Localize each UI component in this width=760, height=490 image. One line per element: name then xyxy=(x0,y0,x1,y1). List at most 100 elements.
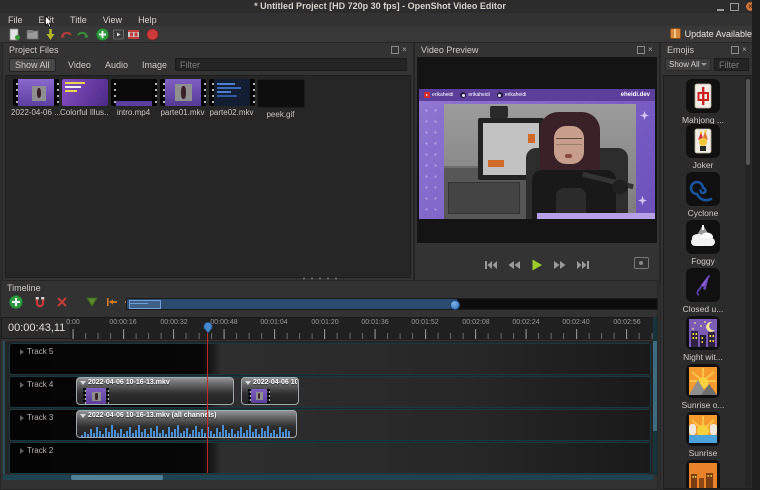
track-menu-icon[interactable] xyxy=(20,349,24,355)
tab-video[interactable]: Video xyxy=(63,58,96,72)
sunrise-over-mountains-emoji xyxy=(686,364,720,398)
track-menu-icon[interactable] xyxy=(20,415,24,421)
menu-title[interactable]: Title xyxy=(62,15,95,25)
rewind-button[interactable] xyxy=(507,259,521,270)
emoji-item[interactable]: Sunrise o... xyxy=(664,364,742,410)
emoji-filter-dropdown[interactable]: Show All xyxy=(665,58,711,71)
tab-show-all[interactable]: Show All xyxy=(9,58,56,72)
shelf xyxy=(448,182,520,214)
video-clip[interactable]: 2022-04-06 10-16-13.mkv xyxy=(76,377,234,405)
video-frame: erikaheidi erikaheidi erikaheidi eheidi.… xyxy=(419,89,655,219)
razor-button[interactable] xyxy=(55,295,69,309)
add-marker-button[interactable] xyxy=(85,295,99,309)
night-with-stars-emoji xyxy=(686,316,720,350)
splitter-handle[interactable] xyxy=(300,277,340,280)
video-clip[interactable]: 2022-04-06 10-... xyxy=(241,377,299,405)
maximize-button[interactable] xyxy=(730,3,739,11)
track-menu-icon[interactable] xyxy=(20,382,24,388)
audio-clip[interactable]: 2022-04-06 10-16-13.mkv (all channels) xyxy=(76,410,297,438)
timeline-v-scrollbar[interactable] xyxy=(653,317,657,475)
play-button[interactable] xyxy=(530,259,544,270)
menu-file[interactable]: File xyxy=(0,15,31,25)
timeline-ruler[interactable]: 0:00 00:00:16 00:00:32 00:00:48 00:01:04… xyxy=(71,317,657,340)
track-4[interactable]: Track 4 2022-04-06 10-16-13.mkv 2022-04-… xyxy=(9,376,651,408)
cityscape-at-dusk-emoji xyxy=(686,460,720,489)
title-bar: * Untitled Project [HD 720p 30 fps] - Op… xyxy=(0,0,760,14)
scrollbar-thumb[interactable] xyxy=(653,341,657,431)
fullscreen-icon[interactable] xyxy=(127,28,140,40)
webcam-scene xyxy=(444,104,636,219)
update-available-button[interactable]: Update Available xyxy=(670,28,752,39)
close-panel-icon[interactable]: × xyxy=(402,46,409,53)
new-project-icon[interactable] xyxy=(8,28,21,40)
window-title: * Untitled Project [HD 720p 30 fps] - Op… xyxy=(0,1,760,11)
emoji-item[interactable] xyxy=(664,460,742,489)
emoji-item[interactable]: Night wit... xyxy=(664,316,742,362)
track-5[interactable]: Track 5 xyxy=(9,343,651,375)
youtube-icon xyxy=(424,92,430,98)
float-panel-icon[interactable] xyxy=(391,46,399,54)
scrollbar-thumb[interactable] xyxy=(746,79,750,165)
menu-view[interactable]: View xyxy=(95,15,130,25)
choose-profile-icon[interactable] xyxy=(112,28,125,40)
video-preview-panel: Video Preview × erikaheidi erikaheidi er… xyxy=(414,42,660,281)
file-item[interactable]: Colorful Illus... xyxy=(60,79,109,117)
clip-menu-icon[interactable] xyxy=(245,381,251,385)
file-name: Colorful Illus... xyxy=(60,108,109,117)
emoji-item[interactable]: Cyclone xyxy=(664,172,742,218)
zoom-slider-handle[interactable] xyxy=(450,300,460,310)
undo-icon[interactable] xyxy=(60,28,73,40)
import-files-icon[interactable] xyxy=(96,28,109,40)
visible-range-indicator[interactable] xyxy=(129,300,161,309)
export-video-icon[interactable] xyxy=(146,28,159,40)
timeline-h-scrollbar[interactable] xyxy=(3,475,653,480)
detach-preview-icon[interactable] xyxy=(634,257,649,269)
clip-menu-icon[interactable] xyxy=(80,414,86,418)
redo-icon[interactable] xyxy=(76,28,89,40)
track-3[interactable]: Track 3 2022-04-06 10-16-13.mkv (all cha… xyxy=(9,409,651,441)
scrollbar-thumb[interactable] xyxy=(71,475,163,480)
jump-end-button[interactable] xyxy=(576,259,590,270)
emoji-item[interactable]: Foggy xyxy=(664,220,742,266)
emoji-scrollbar[interactable] xyxy=(745,77,751,487)
float-panel-icon[interactable] xyxy=(731,46,739,54)
emoji-item[interactable]: Closed u... xyxy=(664,268,742,314)
timeline-zoom-slider[interactable] xyxy=(126,298,658,310)
track-2[interactable]: Track 2 xyxy=(9,442,651,474)
sparkle-icon xyxy=(640,111,649,120)
save-project-icon[interactable] xyxy=(44,28,57,40)
emoji-item[interactable]: Joker xyxy=(664,124,742,170)
tab-image[interactable]: Image xyxy=(137,58,172,72)
window-edge xyxy=(752,0,760,490)
project-files-filter-input[interactable] xyxy=(175,58,407,71)
clip-menu-icon[interactable] xyxy=(80,381,86,385)
file-item[interactable]: parte02.mkv xyxy=(207,79,256,117)
close-panel-icon[interactable]: × xyxy=(648,46,655,53)
snapping-button[interactable] xyxy=(33,295,47,309)
track-menu-icon[interactable] xyxy=(20,448,24,454)
fast-forward-button[interactable] xyxy=(553,259,567,270)
playhead-handle[interactable] xyxy=(203,322,213,333)
emoji-item[interactable]: Mahjong ... xyxy=(664,79,742,125)
open-project-icon[interactable] xyxy=(26,28,39,40)
file-item[interactable]: parte01.mkv xyxy=(158,79,207,117)
file-item[interactable]: peek.gif xyxy=(256,79,305,119)
file-item[interactable]: 2022-04-06 ... xyxy=(11,79,60,117)
emoji-label: Closed u... xyxy=(664,304,742,314)
add-track-button[interactable] xyxy=(9,295,23,309)
emojis-panel: Emojis × Show All Mahjong ... Joker xyxy=(660,42,754,490)
close-panel-icon[interactable]: × xyxy=(742,46,749,53)
float-panel-icon[interactable] xyxy=(637,46,645,54)
emoji-item[interactable]: Sunrise xyxy=(664,412,742,458)
file-item[interactable]: intro.mp4 xyxy=(109,79,158,117)
minimize-button[interactable] xyxy=(717,3,724,11)
jump-start-button[interactable] xyxy=(484,259,498,270)
menu-help[interactable]: Help xyxy=(130,15,165,25)
tab-audio[interactable]: Audio xyxy=(100,58,133,72)
ruler-label: 0:00 xyxy=(53,319,93,326)
emoji-list: Mahjong ... Joker Cyclone Foggy xyxy=(663,75,753,489)
audio-waveform xyxy=(81,424,292,437)
emoji-filter-input[interactable] xyxy=(714,58,749,71)
joker-emoji xyxy=(686,124,720,158)
ruler-label: 00:02:56 xyxy=(607,319,647,326)
